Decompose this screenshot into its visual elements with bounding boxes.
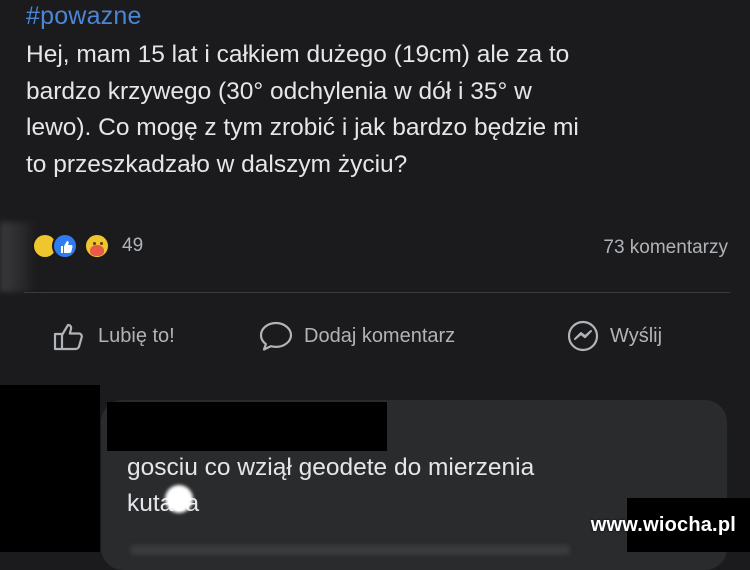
post-text-line: bardzo krzywego (30° odchylenia w dół i … [26, 77, 532, 105]
post-hashtag[interactable]: #powazne [26, 2, 142, 31]
thumbs-up-icon [52, 321, 88, 351]
like-icon [52, 233, 78, 259]
comment-button[interactable]: Dodaj komentarz [258, 318, 455, 354]
send-button[interactable]: Wyślij [566, 318, 662, 354]
send-button-label: Wyślij [610, 324, 663, 347]
censor-blur-dot [165, 485, 193, 513]
like-button[interactable]: Lubię to! [52, 318, 175, 354]
next-comment-preview [130, 545, 570, 555]
speech-bubble-icon [258, 320, 294, 352]
care-heart [90, 245, 104, 256]
post-text-line: Hej, mam 15 lat i całkiem dużego (19cm) … [26, 41, 570, 68]
comment-button-label: Dodaj komentarz [304, 324, 456, 347]
comment-text-line: gosciu co wziął geodete do mierzenia [127, 454, 535, 481]
care-icon [84, 233, 110, 259]
post-text-line: lewo). Co mogę z tym zrobić i jak bardzo… [26, 114, 579, 141]
care-eye [100, 242, 103, 245]
censor-bar-avatar [0, 385, 100, 552]
divider [24, 292, 730, 293]
like-button-label: Lubię to! [98, 324, 175, 347]
censor-bar-name [107, 402, 387, 451]
post-text: Hej, mam 15 lat i całkiem dużego (19cm) … [26, 37, 736, 183]
watermark: www.wiocha.pl [590, 514, 736, 536]
messenger-icon [566, 319, 600, 353]
comments-count[interactable]: 73 komentarzy [603, 237, 728, 259]
reaction-count[interactable]: 49 [122, 235, 143, 257]
blurred-edge-artifact [0, 222, 36, 292]
post-text-line: to przeszkadzało w dalszym życiu? [26, 150, 408, 178]
